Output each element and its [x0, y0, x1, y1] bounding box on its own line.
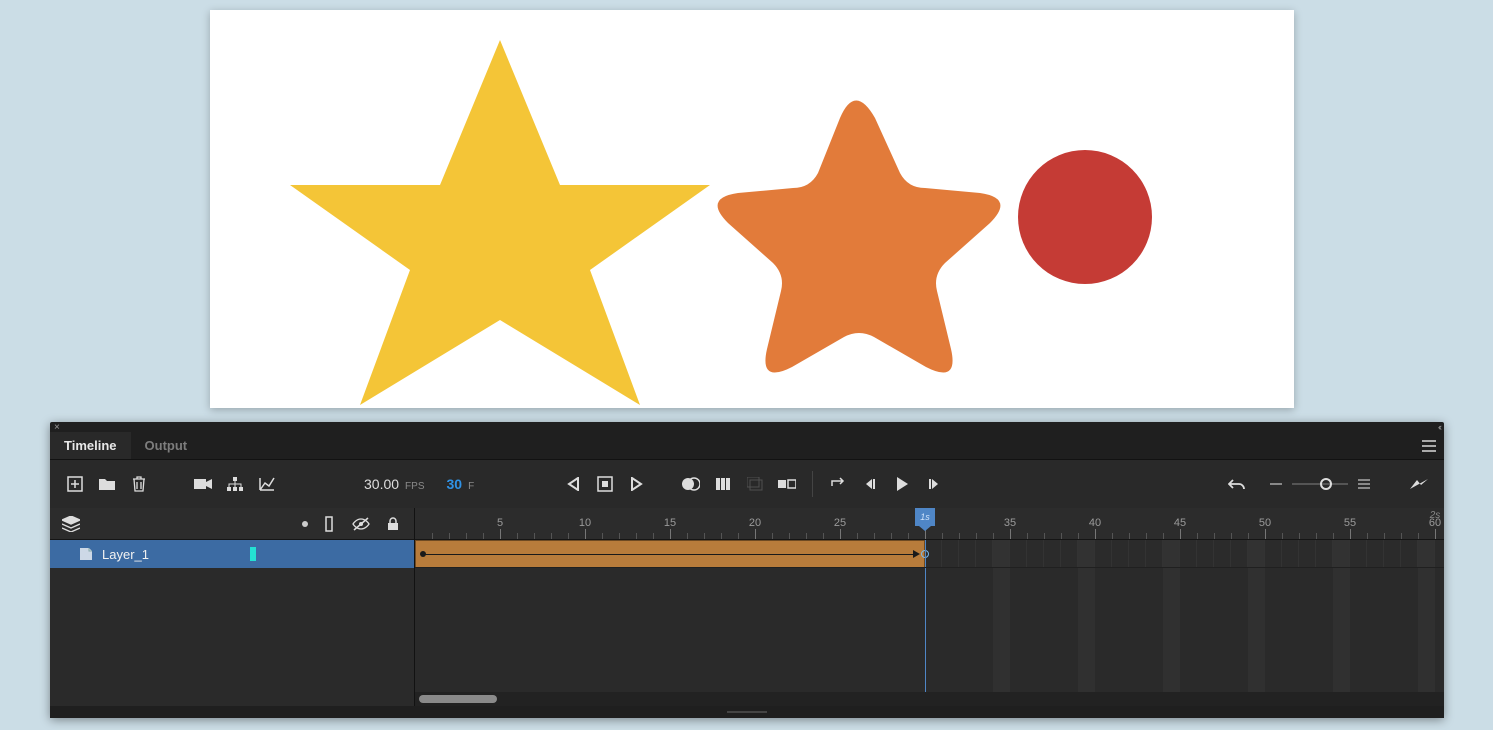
- stage-canvas[interactable]: [210, 10, 1294, 408]
- timeline-toolbar: 30.00 FPS 30 F: [50, 460, 1444, 508]
- shape-star[interactable]: [290, 40, 710, 405]
- fit-button[interactable]: [1404, 469, 1434, 499]
- close-icon[interactable]: ×: [54, 422, 60, 433]
- loop-button[interactable]: [823, 469, 853, 499]
- trash-button[interactable]: [124, 469, 154, 499]
- add-frame-button[interactable]: [60, 469, 90, 499]
- frame-display[interactable]: 30 F: [447, 476, 475, 492]
- layer-name: Layer_1: [102, 547, 149, 562]
- layer-row[interactable]: Layer_1: [50, 540, 414, 568]
- ruler-label: 45: [1174, 517, 1186, 529]
- highlight-dot-icon[interactable]: [302, 521, 308, 527]
- zoom-slider[interactable]: [1270, 483, 1370, 485]
- marker-button[interactable]: [772, 469, 802, 499]
- prev-key-button[interactable]: [558, 469, 588, 499]
- tween-span[interactable]: [415, 540, 925, 568]
- camera-button[interactable]: [188, 469, 218, 499]
- layers-icon[interactable]: [60, 513, 82, 535]
- step-back-button[interactable]: [855, 469, 885, 499]
- playhead-line[interactable]: [925, 540, 926, 568]
- fps-label: FPS: [405, 481, 424, 492]
- track-row[interactable]: [415, 540, 1444, 568]
- frame-value: 30: [447, 476, 463, 492]
- hierarchy-button[interactable]: [220, 469, 250, 499]
- outline-icon[interactable]: [318, 513, 340, 535]
- frame-label: F: [468, 481, 474, 492]
- ruler-label: 5: [497, 517, 503, 529]
- onion-skin-button[interactable]: [676, 469, 706, 499]
- layer-header: [50, 508, 414, 540]
- step-forward-button[interactable]: [919, 469, 949, 499]
- ruler-label: 10: [579, 517, 591, 529]
- ruler-label: 35: [1004, 517, 1016, 529]
- next-key-button[interactable]: [622, 469, 652, 499]
- playhead[interactable]: 1s: [915, 508, 935, 526]
- layer-page-icon: [78, 547, 94, 561]
- shape-circle[interactable]: [1018, 150, 1152, 284]
- undo-button[interactable]: [1222, 469, 1252, 499]
- panel-menu-button[interactable]: [1414, 432, 1444, 459]
- play-button[interactable]: [887, 469, 917, 499]
- layer-column: Layer_1: [50, 508, 415, 706]
- visibility-icon[interactable]: [350, 513, 372, 535]
- ruler-second-label: 2s: [1430, 510, 1441, 521]
- ruler-label: 40: [1089, 517, 1101, 529]
- tab-timeline[interactable]: Timeline: [50, 432, 131, 459]
- scrollbar-thumb[interactable]: [419, 695, 497, 703]
- folder-button[interactable]: [92, 469, 122, 499]
- panel-tabs: Timeline Output: [50, 432, 1444, 460]
- fps-value: 30.00: [364, 476, 399, 492]
- edit-multiple-button[interactable]: [740, 469, 770, 499]
- graph-button[interactable]: [252, 469, 282, 499]
- ruler-label: 20: [749, 517, 761, 529]
- ruler-label: 55: [1344, 517, 1356, 529]
- ruler-label: 15: [664, 517, 676, 529]
- lock-icon[interactable]: [382, 513, 404, 535]
- horizontal-scrollbar[interactable]: [415, 692, 1444, 706]
- timeline-panel: × ‹‹ Timeline Output 30.00: [50, 422, 1444, 718]
- shape-rounded-star[interactable]: [718, 101, 1001, 373]
- timeline-ruler[interactable]: 510152025303540455055602s1s: [415, 508, 1444, 540]
- timeline-track-area: 510152025303540455055602s1s: [415, 508, 1444, 706]
- tab-output[interactable]: Output: [131, 432, 202, 459]
- fps-display[interactable]: 30.00 FPS: [364, 476, 425, 492]
- ruler-label: 25: [834, 517, 846, 529]
- collapse-icon[interactable]: ‹‹: [1438, 422, 1440, 432]
- layer-color-swatch[interactable]: [250, 547, 256, 561]
- onion-outlines-button[interactable]: [708, 469, 738, 499]
- panel-resize-grip[interactable]: [50, 706, 1444, 718]
- playhead-line[interactable]: [925, 568, 926, 692]
- ruler-label: 50: [1259, 517, 1271, 529]
- keyframe-marker-button[interactable]: [590, 469, 620, 499]
